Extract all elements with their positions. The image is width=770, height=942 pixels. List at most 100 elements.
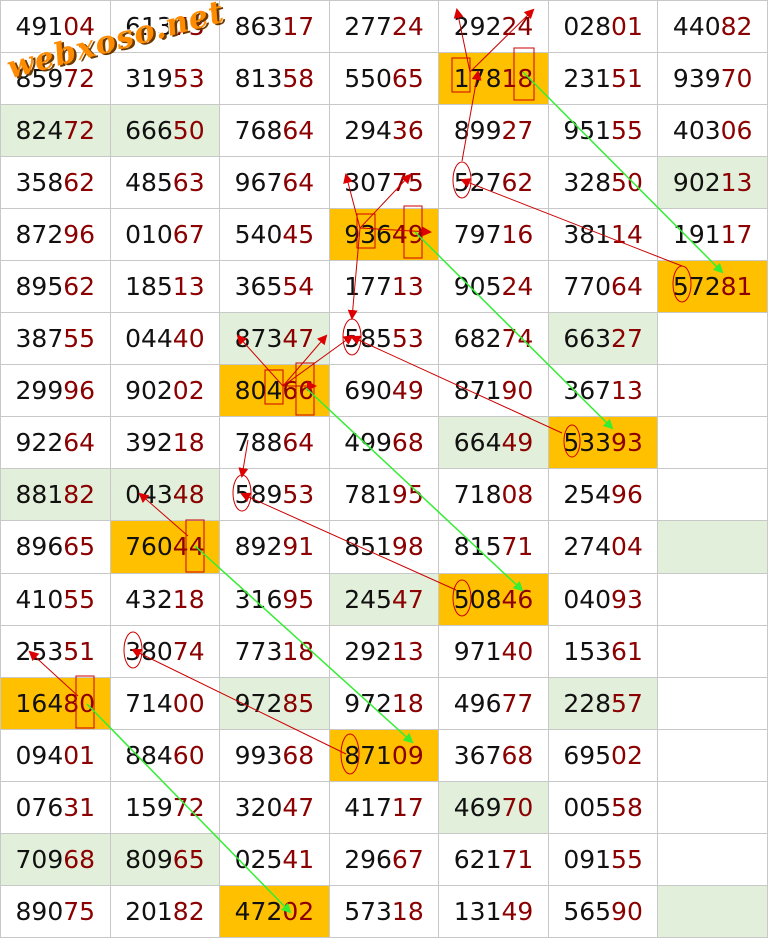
result-cell: 96764	[219, 156, 330, 210]
number-tail: 75	[63, 896, 96, 926]
result-cell: 38114	[547, 208, 659, 262]
number-head: 863	[234, 12, 283, 42]
number-head: 899	[453, 116, 502, 146]
number-tail: 01	[63, 740, 96, 770]
result-cell: 61373	[109, 0, 221, 54]
number-head: 010	[125, 220, 173, 250]
number-head: 773	[234, 636, 283, 666]
result-cell	[657, 572, 768, 626]
grid-row: 41055 43218 31695 24547 50846 04093	[0, 572, 768, 626]
result-cell: 44082	[657, 0, 768, 54]
number-tail: 82	[63, 480, 96, 510]
number-head: 044	[125, 324, 173, 354]
number-head: 895	[15, 272, 64, 302]
number-tail: 96	[63, 376, 96, 406]
result-cell: 41717	[328, 780, 440, 834]
number-tail: 49	[501, 896, 534, 926]
result-cell: 29996	[0, 364, 111, 418]
result-cell: 01067	[109, 208, 221, 262]
result-cell: 66650	[109, 104, 221, 158]
result-cell: 46970	[438, 780, 549, 834]
number-tail: 65	[172, 844, 205, 874]
result-cell: 87190	[438, 364, 549, 418]
number-head: 967	[234, 168, 283, 198]
number-head: 316	[234, 584, 283, 614]
number-tail: 67	[391, 844, 424, 874]
number-head: 277	[344, 12, 392, 42]
result-cell: 58953	[219, 468, 330, 522]
number-tail: 57	[611, 688, 643, 718]
result-cell: 13149	[438, 884, 549, 939]
result-cell: 95155	[547, 104, 659, 158]
result-cell: 89927	[438, 104, 549, 158]
number-head: 094	[15, 740, 64, 770]
number-tail: 53	[172, 64, 205, 94]
number-tail: 45	[282, 220, 315, 250]
result-cell: 56590	[547, 884, 659, 939]
number-head: 682	[453, 324, 502, 354]
result-cell: 09155	[547, 832, 659, 886]
number-head: 971	[453, 636, 502, 666]
number-tail: 90	[611, 896, 643, 926]
result-cell: 50846	[438, 572, 549, 626]
result-cell: 89665	[0, 520, 111, 574]
number-tail: 81	[720, 272, 753, 302]
number-tail: 55	[63, 324, 96, 354]
lottery-results-grid: 49104 61373 86317 27724 29224 02801 44082 85972…	[0, 0, 768, 939]
number-head: 540	[234, 220, 283, 250]
number-tail: 74	[172, 636, 205, 666]
number-head: 881	[15, 480, 64, 510]
number-head: 613	[125, 12, 173, 42]
number-head: 972	[344, 688, 392, 718]
number-tail: 36	[391, 116, 424, 146]
number-tail: 93	[611, 584, 643, 614]
number-tail: 17	[391, 792, 424, 822]
result-cell: 15972	[109, 780, 221, 834]
result-cell: 87347	[219, 312, 330, 366]
result-cell: 87296	[0, 208, 111, 262]
number-head: 392	[125, 428, 173, 458]
number-head: 572	[672, 272, 721, 302]
result-cell: 89562	[0, 260, 111, 314]
number-tail: 47	[391, 584, 424, 614]
result-cell: 78195	[328, 468, 440, 522]
number-head: 496	[453, 688, 502, 718]
number-tail: 50	[172, 116, 205, 146]
number-head: 499	[344, 428, 392, 458]
number-head: 788	[234, 428, 283, 458]
number-head: 890	[15, 896, 64, 926]
result-cell: 70968	[0, 832, 111, 886]
number-tail: 98	[391, 532, 424, 562]
number-head: 573	[344, 896, 392, 926]
result-cell: 62171	[438, 832, 549, 886]
number-tail: 75	[391, 168, 424, 198]
result-cell: 40306	[657, 104, 768, 158]
number-head: 550	[344, 64, 392, 94]
number-head: 358	[15, 168, 64, 198]
result-cell: 90524	[438, 260, 549, 314]
number-tail: 02	[611, 740, 643, 770]
result-cell: 29213	[328, 624, 440, 678]
number-tail: 13	[172, 272, 205, 302]
number-head: 231	[563, 64, 612, 94]
number-head: 851	[344, 532, 392, 562]
result-cell	[657, 520, 768, 574]
number-tail: 14	[611, 220, 643, 250]
number-head: 005	[563, 792, 612, 822]
result-cell	[657, 468, 768, 522]
number-head: 585	[344, 324, 392, 354]
number-tail: 48	[172, 480, 205, 510]
result-cell: 66327	[547, 312, 659, 366]
number-head: 718	[453, 480, 502, 510]
number-head: 201	[125, 896, 173, 926]
result-cell: 85198	[328, 520, 440, 574]
number-tail: 02	[282, 896, 315, 926]
number-tail: 68	[391, 428, 424, 458]
number-tail: 47	[282, 324, 315, 354]
result-cell: 52762	[438, 156, 549, 210]
number-tail: 70	[501, 792, 534, 822]
grid-row: 89665 76044 89291 85198 81571 27404	[0, 520, 768, 574]
number-tail: 65	[63, 532, 96, 562]
result-cell	[657, 624, 768, 678]
number-head: 025	[234, 844, 283, 874]
